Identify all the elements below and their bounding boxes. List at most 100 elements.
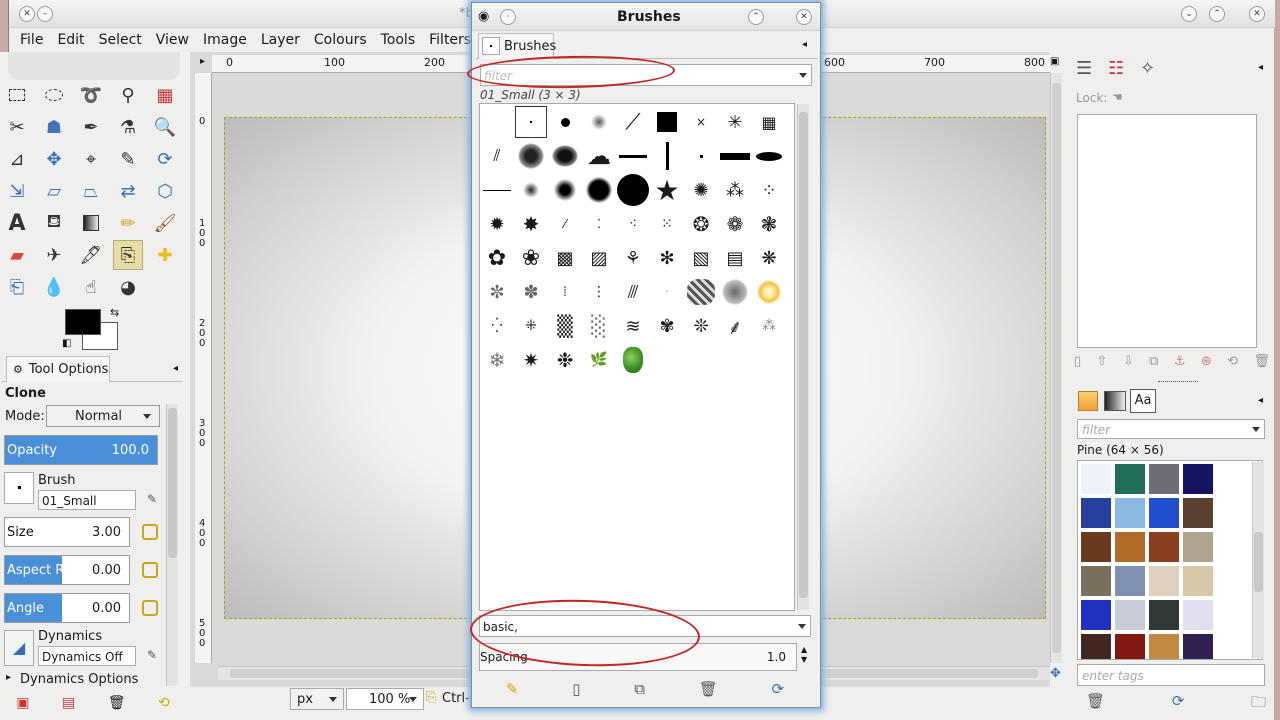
brush-cell[interactable] (685, 140, 717, 172)
foreground-select-tool-icon[interactable]: ☗ (39, 112, 69, 142)
fuzzy-select-tool-icon[interactable]: ⚲ (113, 80, 143, 110)
dodge-burn-tool-icon[interactable]: ◕ (113, 272, 143, 302)
reset-angle-icon[interactable] (142, 600, 158, 616)
shear-tool-icon[interactable]: ▱ (39, 176, 69, 206)
brush-cell[interactable]: ⁛ (481, 310, 513, 342)
pattern-swatch[interactable] (1182, 633, 1214, 659)
zoom-tool-icon[interactable]: 🔍 (150, 112, 180, 142)
close-main-window-icon[interactable]: ✕ (1249, 6, 1265, 22)
tab-fonts[interactable]: Aa (1130, 389, 1156, 413)
brush-cell[interactable]: ⁞ (549, 276, 581, 308)
brushes-grid[interactable]: ⟋ × ✳ ▦ ⫽ ☁ ★ ✺ ⁂ ⁘ ✹ ✸ ⁄ ⁚ ⁖ ⁙ ❂ ❁ ❃ ✿ … (479, 103, 795, 611)
blend-tool-icon[interactable] (76, 208, 106, 238)
brush-cell[interactable] (481, 174, 513, 206)
brush-cell[interactable]: ▧ (685, 242, 717, 274)
anchor-layer-icon[interactable]: ⚓ (1174, 354, 1186, 376)
brush-cell[interactable]: ⁄ (549, 208, 581, 240)
lower-layer-icon[interactable]: ⇩ (1123, 354, 1134, 376)
refresh-patterns-icon[interactable]: ⟳ (1172, 692, 1185, 714)
brush-cell[interactable]: ⸙ (719, 310, 751, 342)
blur-tool-icon[interactable]: 💧 (39, 272, 69, 302)
brush-cell[interactable]: ⁖ (617, 208, 649, 240)
refresh-brushes-icon[interactable]: ⟳ (771, 680, 784, 698)
duplicate-brush-icon[interactable]: ⧉ (634, 680, 645, 698)
menu-tools[interactable]: Tools (374, 28, 423, 52)
brush-cell[interactable] (753, 276, 785, 308)
brush-cell[interactable] (753, 140, 785, 172)
delete-options-icon[interactable]: 🗑 (108, 695, 126, 711)
brush-cell[interactable]: ✾ (651, 310, 683, 342)
merge-layer-icon[interactable]: ⊕ (1201, 354, 1212, 376)
layers-list[interactable] (1077, 114, 1257, 348)
brush-name-field[interactable]: 01_Small (38, 490, 136, 510)
brush-01-small[interactable] (515, 106, 547, 138)
size-slider[interactable]: Size 3.00 (4, 517, 130, 547)
canvas-vertical-scrollbar[interactable] (1050, 73, 1062, 663)
brush-cell[interactable] (651, 106, 683, 138)
pattern-swatch[interactable] (1080, 633, 1112, 659)
duplicate-layer-icon[interactable]: ⧉ (1149, 354, 1158, 376)
brush-cell[interactable]: ✽ (515, 276, 547, 308)
brush-cell[interactable]: ⟋ (617, 106, 649, 138)
zoom-select[interactable]: 100 % (346, 688, 424, 710)
brush-cell[interactable]: ▨ (583, 242, 615, 274)
edit-brush-icon[interactable]: ✎ (144, 492, 160, 508)
brush-cell[interactable]: ❊ (685, 310, 717, 342)
pattern-swatch[interactable] (1080, 531, 1112, 563)
dock-separator[interactable] (1158, 381, 1198, 384)
text-tool-icon[interactable]: A (2, 208, 32, 238)
new-layer-icon[interactable]: ▯ (1074, 354, 1081, 376)
pencil-tool-icon[interactable]: ✏ (113, 208, 143, 238)
measure-tool-icon[interactable]: ⊿ (2, 144, 32, 174)
brush-cell[interactable]: ✳ (719, 106, 751, 138)
brush-cell[interactable]: ⁙ (651, 208, 683, 240)
brush-cell[interactable]: ▒ (549, 310, 581, 342)
airbrush-tool-icon[interactable]: ✈ (39, 240, 69, 270)
brush-cell[interactable] (549, 106, 581, 138)
brush-cell[interactable]: ✸ (515, 208, 547, 240)
dynamics-button[interactable]: ◢ (4, 630, 34, 666)
foreground-color-front[interactable] (65, 309, 101, 335)
close-window-icon[interactable]: ✕ (19, 6, 35, 22)
brush-cell[interactable] (685, 276, 717, 308)
menu-image[interactable]: Image (196, 28, 254, 52)
menu-file[interactable]: File (13, 28, 50, 52)
menu-edit[interactable]: Edit (50, 28, 91, 52)
brush-cell[interactable]: ✻ (651, 242, 683, 274)
brush-cell[interactable] (583, 174, 615, 206)
lock-pixels-icon[interactable]: ☚ (1112, 90, 1123, 104)
brush-preview-button[interactable] (4, 472, 34, 504)
pattern-swatch[interactable] (1148, 633, 1180, 659)
delete-brush-icon[interactable]: 🗑 (699, 680, 718, 698)
brush-cell[interactable] (719, 140, 751, 172)
ellipse-select-tool-icon[interactable] (39, 80, 69, 110)
pattern-swatch[interactable] (1148, 463, 1180, 495)
pattern-swatch[interactable] (1080, 599, 1112, 631)
minimize-dialog-icon[interactable]: · (500, 9, 516, 25)
brush-cell[interactable]: ⁘ (753, 174, 785, 206)
brush-cell[interactable]: ❂ (685, 208, 717, 240)
configure-tab-icon[interactable]: ◂ (1258, 62, 1263, 73)
default-colors-icon[interactable]: ◧ (62, 338, 71, 349)
tool-options-scrollbar[interactable] (166, 404, 178, 686)
menu-select[interactable]: Select (92, 28, 149, 52)
brush-cell[interactable]: ☁ (583, 140, 615, 172)
scissors-tool-icon[interactable]: ✂ (2, 112, 32, 142)
brush-cell[interactable] (719, 276, 751, 308)
delete-layer-icon[interactable]: 🗑 (1253, 354, 1270, 376)
restore-options-icon[interactable]: ▤ (62, 695, 75, 711)
heal-tool-icon[interactable]: ✚ (150, 240, 180, 270)
paintbrush-tool-icon[interactable]: 🖌 (150, 208, 180, 238)
reset-options-icon[interactable]: ⟲ (158, 695, 170, 711)
smudge-tool-icon[interactable]: ☝ (76, 272, 106, 302)
brush-cell[interactable]: ⫻ (617, 276, 649, 308)
dynamics-options-expander[interactable]: Dynamics Options (20, 672, 138, 687)
swap-colors-icon[interactable]: ⇆ (110, 306, 119, 319)
color-select-tool-icon[interactable]: ▦ (150, 80, 180, 110)
mode-select[interactable]: Normal (46, 405, 160, 427)
patterns-scroll-thumb[interactable] (1254, 532, 1263, 592)
pattern-swatch[interactable] (1114, 599, 1146, 631)
edit-brush-button-icon[interactable]: ✎ (506, 680, 519, 698)
pattern-swatch[interactable] (1148, 599, 1180, 631)
tab-channels[interactable]: ☷ (1108, 58, 1124, 79)
